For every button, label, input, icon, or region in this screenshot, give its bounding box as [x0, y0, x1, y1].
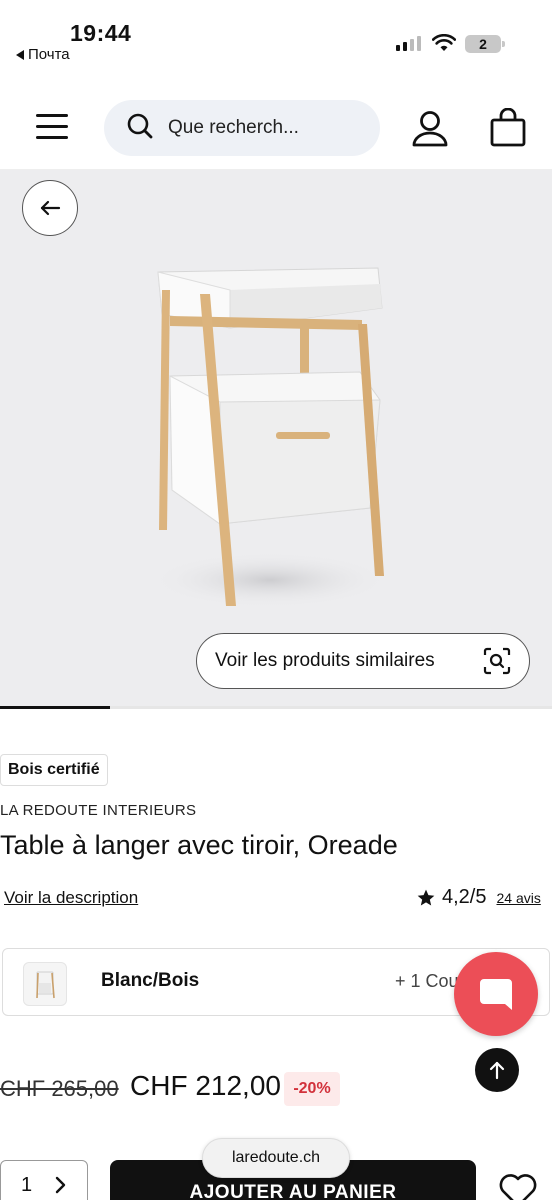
- status-bar: 19:44 Почта 2: [0, 0, 552, 80]
- shopping-bag-icon: [490, 107, 526, 147]
- site-header: Que recherch...: [0, 80, 552, 170]
- menu-line: [36, 136, 68, 139]
- arrow-left-icon: [40, 200, 61, 216]
- back-button[interactable]: [22, 180, 78, 236]
- product-title: Table à langer avec tiroir, Oreade: [0, 830, 398, 860]
- variant-thumbnail: [23, 962, 67, 1006]
- back-triangle-icon: [16, 49, 24, 60]
- user-icon: [412, 111, 448, 147]
- product-rating[interactable]: 4,2/5 24 avis: [416, 886, 541, 909]
- quantity-selector[interactable]: 1: [0, 1160, 88, 1200]
- search-input[interactable]: Que recherch...: [104, 100, 380, 156]
- variant-color-label: Blanc/Bois: [101, 970, 200, 991]
- menu-line: [36, 114, 68, 117]
- chevron-right-icon: [55, 1176, 66, 1194]
- menu-line: [36, 125, 68, 128]
- original-price: CHF 265,00: [0, 1076, 119, 1101]
- menu-button[interactable]: [36, 114, 72, 142]
- add-to-cart-label: AJOUTER AU PANIER: [189, 1182, 397, 1200]
- wifi-icon: [431, 33, 457, 57]
- chat-button[interactable]: [454, 952, 538, 1036]
- chat-bubble-icon: [480, 979, 512, 1010]
- battery-cap: [502, 41, 505, 47]
- cart-button[interactable]: [488, 107, 528, 153]
- certified-wood-badge: Bois certifié: [0, 754, 108, 786]
- arrow-up-icon: [489, 1061, 505, 1080]
- discount-badge: -20%: [284, 1072, 340, 1106]
- reviews-link[interactable]: 24 avis: [496, 890, 540, 906]
- back-app-label: Почта: [28, 46, 70, 63]
- back-to-app-link[interactable]: Почта: [16, 46, 70, 63]
- browser-url-pill[interactable]: laredoute.ch: [202, 1138, 350, 1178]
- more-colors-label: + 1 Cou: [395, 971, 459, 991]
- heart-icon: [499, 1174, 537, 1200]
- status-time: 19:44: [70, 20, 132, 46]
- product-brand[interactable]: LA REDOUTE INTERIEURS: [0, 802, 196, 819]
- similar-products-label: Voir les produits similaires: [215, 650, 435, 671]
- cellular-signal-icon: [396, 36, 421, 51]
- battery-indicator: 2: [465, 35, 501, 53]
- visual-search-icon: [483, 647, 511, 675]
- star-icon: [417, 889, 435, 905]
- similar-products-button[interactable]: Voir les produits similaires: [196, 633, 530, 689]
- quantity-value: 1: [21, 1173, 33, 1196]
- gallery-progress-fill: [0, 706, 111, 709]
- see-description-link[interactable]: Voir la description: [4, 888, 138, 908]
- sale-price: CHF 212,00: [130, 1070, 281, 1101]
- rating-value: 4,2/5: [442, 886, 487, 908]
- search-placeholder: Que recherch...: [168, 117, 299, 138]
- product-image: [150, 267, 390, 608]
- search-icon: [126, 112, 154, 145]
- wishlist-button[interactable]: [498, 1172, 538, 1200]
- product-image-gallery[interactable]: Voir les produits similaires: [0, 170, 552, 706]
- gallery-progress-bar: [0, 706, 552, 709]
- scroll-to-top-button[interactable]: [475, 1048, 519, 1092]
- account-button[interactable]: [410, 110, 450, 153]
